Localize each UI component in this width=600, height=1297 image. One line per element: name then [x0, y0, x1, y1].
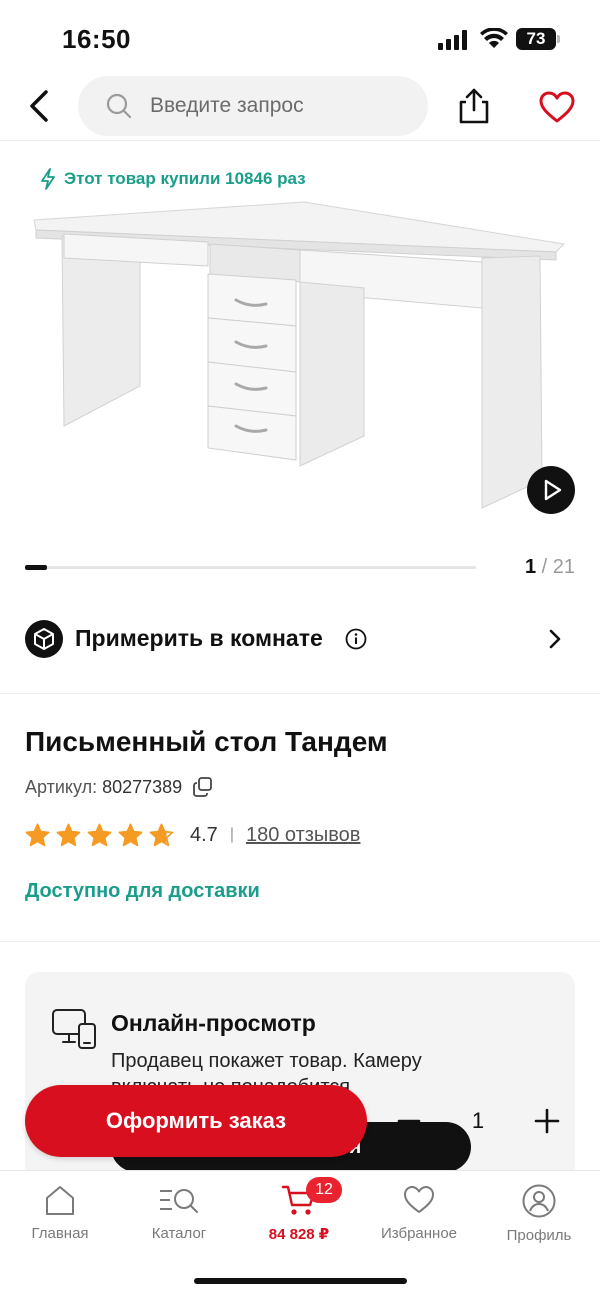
quantity-value: 1: [471, 1108, 485, 1133]
lightning-icon: [41, 168, 55, 190]
gallery-progress-track: [25, 565, 476, 570]
play-video-button[interactable]: [527, 466, 575, 514]
battery-icon: 73: [516, 28, 560, 50]
tab-home[interactable]: Главная: [5, 1181, 115, 1251]
tab-favorites-label: Избранное: [380, 1225, 458, 1242]
tab-cart-label: 84 828 ₽: [268, 1226, 330, 1243]
tab-catalog-label: Каталог: [151, 1225, 207, 1242]
status-bar: 16:50 73: [0, 0, 600, 78]
article-label: Артикул:: [25, 776, 103, 797]
rating-stars: [25, 823, 174, 848]
section-divider: [0, 693, 600, 694]
checkout-button[interactable]: Оформить заказ: [25, 1085, 367, 1157]
profile-icon: [522, 1184, 556, 1218]
rating-separator: |: [229, 826, 234, 843]
article-value: 80277389: [102, 776, 183, 797]
copy-icon[interactable]: [192, 776, 214, 798]
home-indicator: [194, 1278, 407, 1284]
online-view-title: Онлайн-просмотр: [111, 1010, 316, 1036]
share-icon[interactable]: [456, 86, 492, 126]
try-in-room-row[interactable]: Примерить в комнате: [0, 610, 600, 668]
ar-cube-icon: [25, 620, 63, 658]
info-icon[interactable]: [345, 628, 367, 650]
star-icon: [87, 823, 112, 846]
star-icon: [118, 823, 143, 846]
try-in-room-label: Примерить в комнате: [75, 625, 323, 651]
search-icon: [106, 93, 132, 119]
gallery-total: 21: [552, 556, 575, 578]
cellular-signal-icon: [438, 30, 467, 50]
availability-status: Доступно для доставки: [25, 880, 260, 902]
star-icon: [25, 823, 50, 846]
search-bar[interactable]: [78, 76, 428, 136]
tab-profile-label: Профиль: [506, 1227, 572, 1244]
star-icon: [149, 823, 174, 846]
gallery-separator: /: [536, 556, 553, 578]
purchase-count-label: Этот товар купили 10846 раз: [40, 168, 306, 190]
tab-home-label: Главная: [31, 1225, 89, 1242]
back-arrow-icon[interactable]: [22, 86, 58, 126]
tab-favorites[interactable]: Избранное: [364, 1181, 474, 1251]
play-icon: [544, 479, 562, 501]
minus-icon[interactable]: [394, 1098, 424, 1144]
product-title: Письменный стол Тандем: [25, 726, 388, 757]
status-time: 16:50: [62, 24, 131, 54]
tab-cart[interactable]: 12 84 828 ₽: [244, 1177, 354, 1251]
tab-profile[interactable]: Профиль: [484, 1181, 594, 1251]
home-icon: [46, 1186, 74, 1215]
section-divider: [0, 941, 600, 942]
gallery-counter: 1 / 21: [525, 556, 575, 579]
devices-icon: [52, 1009, 96, 1049]
gallery-progress-fill: [25, 565, 47, 570]
wifi-icon: [480, 28, 508, 48]
cart-count-badge: 12: [306, 1177, 342, 1203]
rating-value: 4.7: [190, 823, 218, 846]
quantity-stepper: 1: [386, 1098, 576, 1144]
chevron-right-icon: [549, 629, 561, 649]
heart-icon[interactable]: [538, 90, 576, 124]
order-bar: Оформить заказ 1: [0, 1084, 600, 1160]
rating-row: 4.7 | 180 отзывов: [25, 820, 360, 850]
plus-icon[interactable]: [532, 1098, 562, 1144]
article-row: Артикул: 80277389: [25, 776, 214, 798]
reviews-link[interactable]: 180 отзывов: [246, 824, 360, 847]
tab-catalog[interactable]: Каталог: [124, 1181, 234, 1251]
nav-divider: [0, 140, 600, 141]
purchase-count-text: Этот товар купили 10846 раз: [64, 169, 306, 188]
heart-icon: [404, 1186, 434, 1213]
top-nav: [0, 74, 600, 138]
search-input[interactable]: [150, 76, 410, 136]
catalog-icon: [160, 1189, 198, 1213]
product-image[interactable]: [28, 196, 576, 514]
battery-level: 73: [516, 28, 556, 50]
star-icon: [56, 823, 81, 846]
gallery-current: 1: [524, 556, 537, 578]
